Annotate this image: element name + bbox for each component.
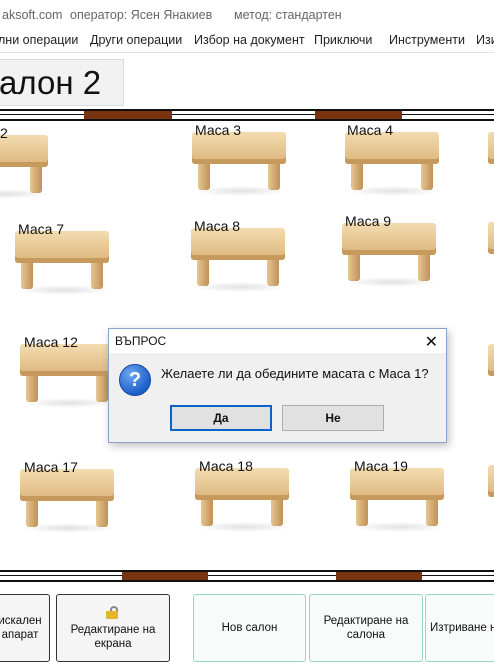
menu-item-tools[interactable]: Инструменти: [389, 33, 465, 47]
button-label: салона: [346, 629, 386, 641]
question-dialog: ВЪПРОС ✕ ? Желаете ли да обедините масат…: [108, 328, 447, 443]
dialog-message: Желаете ли да обедините масата с Маса 1?: [161, 366, 429, 381]
door: [84, 111, 172, 119]
table-label: Маса 8: [194, 218, 241, 234]
table-label: Маса 17: [24, 459, 78, 475]
close-icon[interactable]: ✕: [425, 332, 438, 352]
new-salon-button[interactable]: Нов салон: [193, 594, 306, 662]
dialog-title-bar: ВЪПРОС ✕: [109, 329, 446, 353]
delete-salon-button[interactable]: Изтриване н: [425, 594, 494, 662]
question-icon: ?: [119, 364, 151, 396]
bottom-wall: [0, 570, 494, 582]
top-wall: [0, 109, 494, 121]
method-label: метод: стандартен: [234, 8, 342, 22]
table-label: Маса 4: [347, 122, 394, 138]
dialog-title: ВЪПРОС: [115, 334, 167, 348]
door: [336, 572, 422, 580]
edit-salon-button[interactable]: Редактиране на салона: [309, 594, 423, 662]
menu-item-document-select[interactable]: Избор на документ: [194, 33, 305, 47]
button-label: Изтриване н: [430, 622, 494, 634]
menu-item-finish[interactable]: Приключи: [314, 33, 372, 47]
button-label: апарат: [1, 629, 39, 641]
table-label: Маса 12: [24, 334, 78, 350]
table-label: 2: [0, 125, 8, 141]
edit-screen-button[interactable]: Редактиране на екрана: [56, 594, 170, 662]
button-label: Редактиране на: [70, 623, 156, 636]
menu-bar: лни операции Други операции Избор на док…: [0, 30, 494, 53]
table-label: Маса 7: [18, 221, 65, 237]
door: [315, 111, 402, 119]
yes-button[interactable]: Да: [170, 405, 272, 431]
button-label: Редактиране на: [323, 615, 409, 627]
no-button[interactable]: Не: [282, 405, 384, 431]
title-bar: aksoft.com оператор: Ясен Янакиев метод:…: [0, 0, 494, 30]
button-label: екрана: [94, 637, 132, 650]
lock-icon: [106, 605, 120, 619]
menu-item-operations[interactable]: лни операции: [0, 33, 78, 47]
menu-item-exit[interactable]: Изи: [476, 33, 494, 47]
button-label: искален: [0, 615, 42, 627]
table-label: Маса 18: [199, 458, 253, 474]
operator-label: оператор: Ясен Янакиев: [70, 8, 213, 22]
site-name: aksoft.com: [2, 8, 63, 22]
table-label: Маса 19: [354, 458, 408, 474]
salon-title: алон 2: [0, 59, 124, 106]
door: [122, 572, 208, 580]
button-label: Нов салон: [221, 622, 278, 634]
table-label: Маса 3: [195, 122, 242, 138]
menu-item-other-operations[interactable]: Други операции: [90, 33, 182, 47]
table-label: Маса 9: [345, 213, 392, 229]
fiscal-device-button[interactable]: искален апарат: [0, 594, 50, 662]
